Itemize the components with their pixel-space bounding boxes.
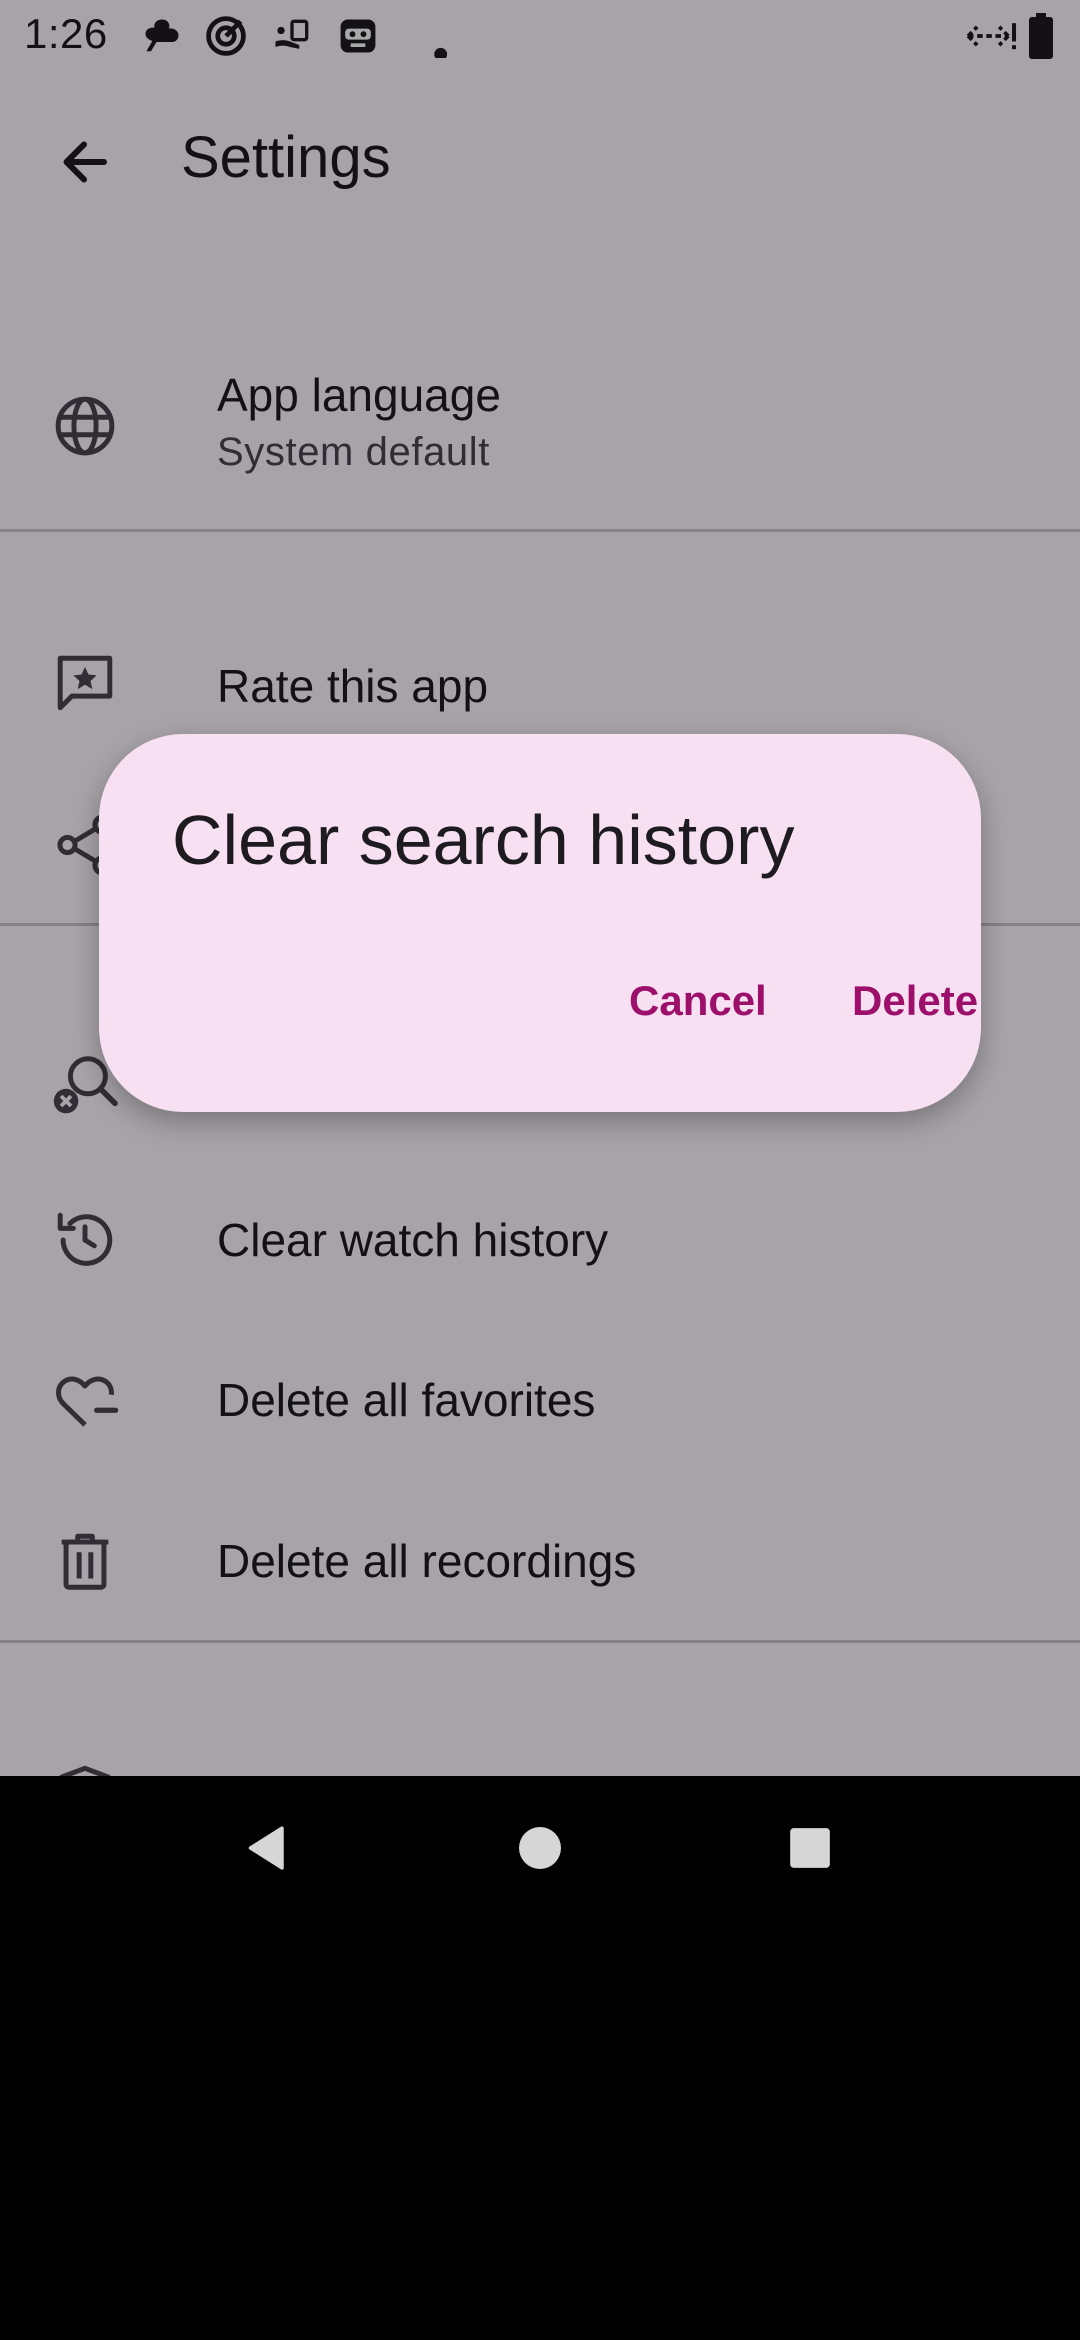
nav-recents-icon bbox=[790, 1828, 830, 1868]
app-screen: 1:26 Settings App language System defaul… bbox=[0, 0, 1080, 1776]
dialog-title: Clear search history bbox=[172, 801, 795, 879]
nav-home-icon bbox=[519, 1827, 561, 1869]
delete-button[interactable]: Delete bbox=[830, 956, 1000, 1046]
cancel-button[interactable]: Cancel bbox=[607, 956, 789, 1046]
nav-back-button[interactable] bbox=[216, 1796, 320, 1900]
confirm-dialog: Clear search history Cancel Delete bbox=[99, 734, 981, 1112]
nav-home-button[interactable] bbox=[488, 1796, 592, 1900]
system-nav-bar bbox=[0, 1776, 1080, 1920]
nav-back-icon bbox=[248, 1826, 284, 1870]
nav-recents-button[interactable] bbox=[758, 1796, 862, 1900]
